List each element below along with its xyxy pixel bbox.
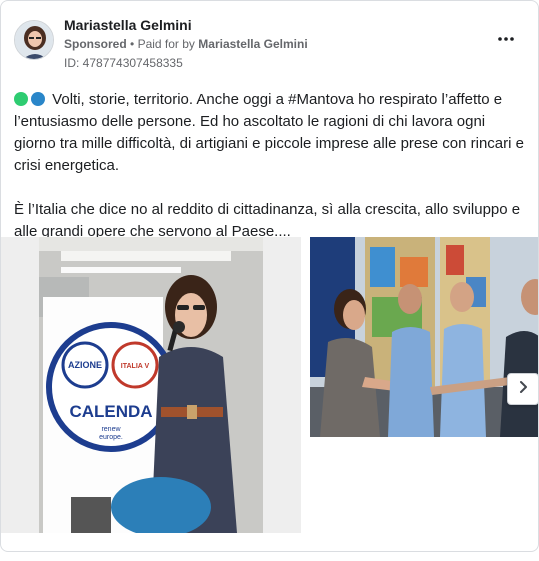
ad-id: ID: 478774307458335 <box>64 56 183 70</box>
photo-speaker[interactable]: AZIONE ITALIA V CALENDA renew europe. <box>1 237 301 533</box>
advertiser-name[interactable]: Mariastella Gelmini <box>64 17 192 33</box>
logo-renew: renew <box>101 426 121 433</box>
ad-header: Mariastella Gelmini Sponsored • Paid for… <box>14 15 526 75</box>
logo-italia-viva: ITALIA V <box>121 363 150 370</box>
sponsored-label: Sponsored <box>64 37 127 51</box>
green-circle-icon <box>14 92 28 106</box>
logo-calenda: CALENDA <box>69 402 152 421</box>
meta-separator: • <box>130 37 135 51</box>
logo-europe: europe. <box>99 434 123 441</box>
logo-azione: AZIONE <box>68 360 102 370</box>
post-paragraph-1: Volti, storie, territorio. Anche oggi a … <box>14 89 524 177</box>
photo-handshake[interactable] <box>310 237 538 437</box>
photo-carousel: AZIONE ITALIA V CALENDA renew europe. <box>1 237 538 537</box>
ad-card: Mariastella Gelmini Sponsored • Paid for… <box>0 0 539 552</box>
avatar[interactable] <box>14 20 54 60</box>
paid-for-prefix: Paid for by <box>137 37 195 51</box>
chevron-right-icon <box>516 380 530 399</box>
blue-circle-icon <box>31 92 45 106</box>
sponsored-line: Sponsored • Paid for by Mariastella Gelm… <box>64 37 308 51</box>
post-paragraph-1-text: Volti, storie, territorio. Anche oggi a … <box>14 91 524 174</box>
next-photo-button[interactable] <box>507 373 538 405</box>
more-options-icon[interactable] <box>494 31 518 47</box>
paid-for-name[interactable]: Mariastella Gelmini <box>198 37 307 51</box>
